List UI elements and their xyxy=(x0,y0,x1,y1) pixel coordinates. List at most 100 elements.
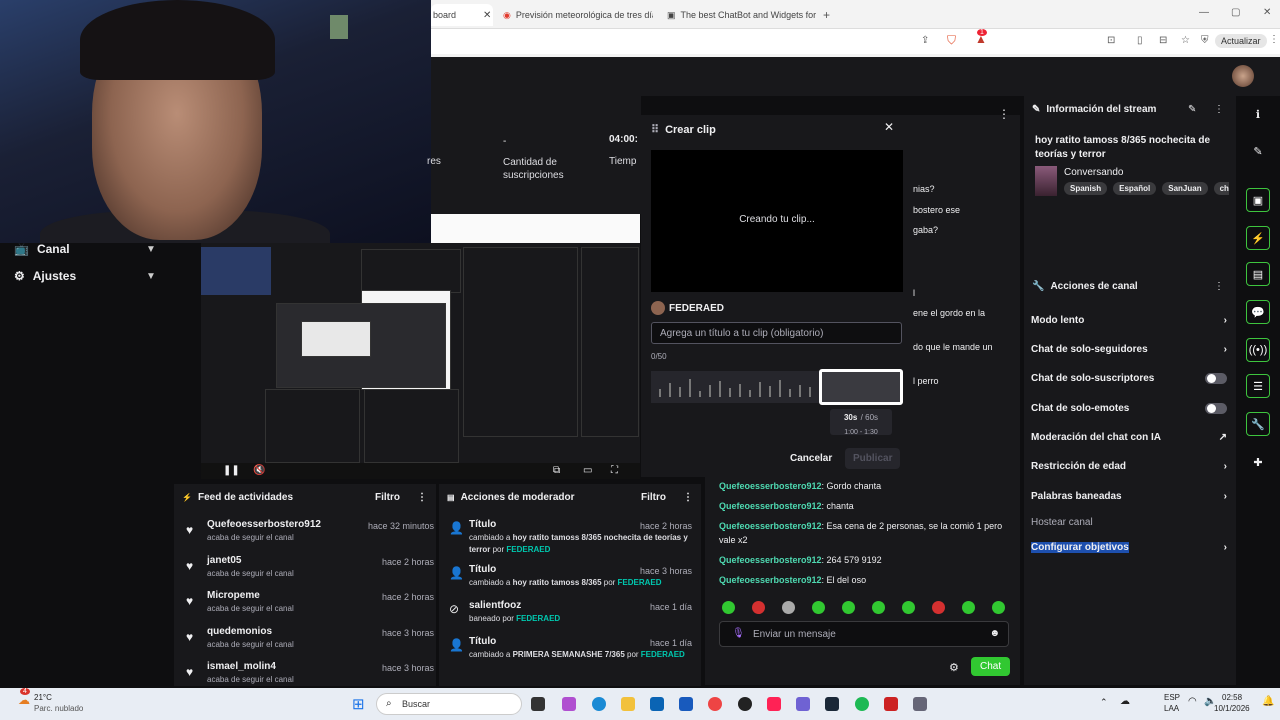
mic-icon[interactable]: 🎙 xyxy=(732,628,745,639)
emote-icon[interactable] xyxy=(902,601,915,614)
action-solo-emotes[interactable]: Chat de solo-emotes xyxy=(1031,403,1227,414)
new-tab-button[interactable]: + xyxy=(823,8,830,22)
wallet-icon[interactable]: ⊟ xyxy=(1159,35,1167,46)
panel-menu-icon[interactable]: ⋮ xyxy=(683,492,693,503)
action-palabras-baneadas[interactable]: Palabras baneadas › xyxy=(1031,491,1227,502)
emote-icon[interactable] xyxy=(752,601,765,614)
weather-icon[interactable]: ☁ xyxy=(18,693,30,707)
mute-icon[interactable]: 🔇 xyxy=(253,465,265,476)
action-solo-suscriptores[interactable]: Chat de solo-suscriptores xyxy=(1031,373,1227,384)
app-icon[interactable] xyxy=(884,697,898,711)
broadcast-icon[interactable]: ((•)) xyxy=(1246,338,1270,362)
chat-send-button[interactable]: Chat xyxy=(971,657,1011,676)
keyboard-indicator[interactable]: LAA xyxy=(1164,704,1179,713)
tab-dashboard[interactable]: board ✕ xyxy=(431,4,493,26)
clip-icon[interactable]: ⧉ xyxy=(553,465,560,476)
publish-button[interactable]: Publicar xyxy=(845,448,901,469)
extension-icon[interactable]: ⊡ xyxy=(1107,35,1115,46)
minimize-icon[interactable]: — xyxy=(1199,7,1209,18)
action-solo-seguidores[interactable]: Chat de solo-seguidores › xyxy=(1031,344,1227,355)
list-action-icon[interactable]: ☰ xyxy=(1246,374,1270,398)
desc-user[interactable]: FEDERAED xyxy=(618,578,662,587)
stream-category[interactable]: Conversando xyxy=(1064,167,1123,178)
panel-menu-icon[interactable]: ⋮ xyxy=(417,492,427,503)
action-modo-lento[interactable]: Modo lento › xyxy=(1031,315,1227,326)
chat-username[interactable]: Quefeoesserbostero912 xyxy=(719,575,822,585)
chat-menu-icon[interactable]: ⋮ xyxy=(998,107,1010,121)
panel-menu-icon[interactable]: ⋮ xyxy=(1214,281,1224,292)
desc-user[interactable]: FEDERAED xyxy=(641,650,685,659)
emote-icon[interactable] xyxy=(932,601,945,614)
chat-username[interactable]: Quefeoesserbostero912 xyxy=(719,555,822,565)
tab-chatbot[interactable]: ▣ The best ChatBot and Widgets for K xyxy=(667,4,817,26)
pause-icon[interactable]: ❚❚ xyxy=(223,465,240,476)
brave-icon[interactable] xyxy=(767,697,781,711)
emote-icon[interactable] xyxy=(812,601,825,614)
chat-input[interactable]: 🎙 Enviar un mensaje ☻ xyxy=(719,621,1009,647)
taskbar-search[interactable]: ⌕ Buscar xyxy=(376,693,522,715)
theatre-icon[interactable]: ▭ xyxy=(583,465,592,476)
clock-time[interactable]: 02:58 xyxy=(1222,693,1242,702)
nav-canal[interactable]: 📺 Canal xyxy=(14,242,70,256)
action-configurar-objetivos[interactable]: Configurar objetivos › xyxy=(1031,542,1227,553)
wrench-action-icon[interactable]: 🔧 xyxy=(1246,412,1270,436)
add-action-icon[interactable]: ✚ xyxy=(1246,450,1270,474)
word-icon[interactable] xyxy=(679,697,693,711)
emote-icon[interactable] xyxy=(962,601,975,614)
bookmark-icon[interactable]: ☆ xyxy=(1181,35,1190,46)
close-icon[interactable]: ✕ xyxy=(884,120,894,134)
clock-date[interactable]: 10/1/2026 xyxy=(1214,704,1250,713)
maximize-icon[interactable]: ▢ xyxy=(1231,7,1240,18)
menu-icon[interactable]: ⋮ xyxy=(1269,34,1279,45)
edit-stream-icon[interactable]: ✎ xyxy=(1246,139,1270,163)
stream-tag[interactable]: Español xyxy=(1113,182,1157,195)
tab-weather[interactable]: ◉ Previsión meteorológica de tres días xyxy=(503,4,653,26)
avatar[interactable] xyxy=(1232,65,1254,87)
folder-icon[interactable] xyxy=(621,697,635,711)
desc-user[interactable]: FEDERAED xyxy=(516,614,560,623)
clip-selection-handle[interactable] xyxy=(819,369,903,405)
sidebar-icon[interactable]: ▯ xyxy=(1137,35,1143,46)
drag-handle-icon[interactable]: ⠿ xyxy=(651,123,659,136)
action-moderacion-ia[interactable]: Moderación del chat con IA ↗ xyxy=(1031,432,1227,443)
desc-user[interactable]: FEDERAED xyxy=(506,545,550,554)
share-icon[interactable]: ⇪ xyxy=(921,35,929,46)
filter-button[interactable]: Filtro xyxy=(641,492,666,503)
chat-username[interactable]: Quefeoesserbostero912 xyxy=(719,501,822,511)
chevron-down-icon[interactable]: ▼ xyxy=(146,244,156,255)
chat-settings-icon[interactable]: ⚙ xyxy=(949,661,959,674)
edit-icon[interactable]: ✎ xyxy=(1188,104,1196,115)
cancel-button[interactable]: Cancelar xyxy=(790,453,832,464)
action-restriccion-edad[interactable]: Restricción de edad › xyxy=(1031,461,1227,472)
emote-icon[interactable] xyxy=(782,601,795,614)
clip-action-icon[interactable]: ▣ xyxy=(1246,188,1270,212)
stream-tag[interactable]: Spanish xyxy=(1064,182,1108,195)
chevron-up-icon[interactable]: ⌃ xyxy=(1100,697,1108,708)
notes-icon[interactable]: ▤ xyxy=(1246,262,1270,286)
chrome-icon[interactable] xyxy=(708,697,722,711)
action-hostear[interactable]: Hostear canal xyxy=(1031,517,1227,528)
panel-menu-icon[interactable]: ⋮ xyxy=(1214,104,1224,115)
edge-icon[interactable] xyxy=(592,697,606,711)
toggle-switch[interactable] xyxy=(1205,373,1227,384)
brave-shield-icon[interactable]: ⛉ xyxy=(947,33,956,48)
fullscreen-icon[interactable]: ⛶ xyxy=(611,465,618,476)
update-button[interactable]: Actualizar xyxy=(1215,34,1267,48)
chat-username[interactable]: Quefeoesserbostero912 xyxy=(719,481,822,491)
onedrive-icon[interactable]: ☁ xyxy=(1120,696,1130,707)
emote-picker-icon[interactable]: ☻ xyxy=(989,628,1000,639)
close-tab-icon[interactable]: ✕ xyxy=(483,10,491,21)
notification-bell-icon[interactable]: 🔔 xyxy=(1262,696,1274,707)
wifi-icon[interactable]: ◠ xyxy=(1188,696,1197,707)
close-window-icon[interactable]: ✕ xyxy=(1263,7,1271,18)
app-icon[interactable] xyxy=(531,697,545,711)
clip-timeline[interactable] xyxy=(651,369,903,405)
toggle-switch[interactable] xyxy=(1205,403,1227,414)
vpn-icon[interactable]: ⛨ xyxy=(1201,35,1209,46)
stream-tag[interactable]: SanJuan xyxy=(1162,182,1208,195)
obs-icon[interactable] xyxy=(738,697,752,711)
category-boxart[interactable] xyxy=(1035,166,1057,196)
app-icon[interactable] xyxy=(562,697,576,711)
nav-ajustes[interactable]: ⚙ Ajustes xyxy=(14,269,76,283)
chevron-down-icon[interactable]: ▼ xyxy=(146,271,156,282)
